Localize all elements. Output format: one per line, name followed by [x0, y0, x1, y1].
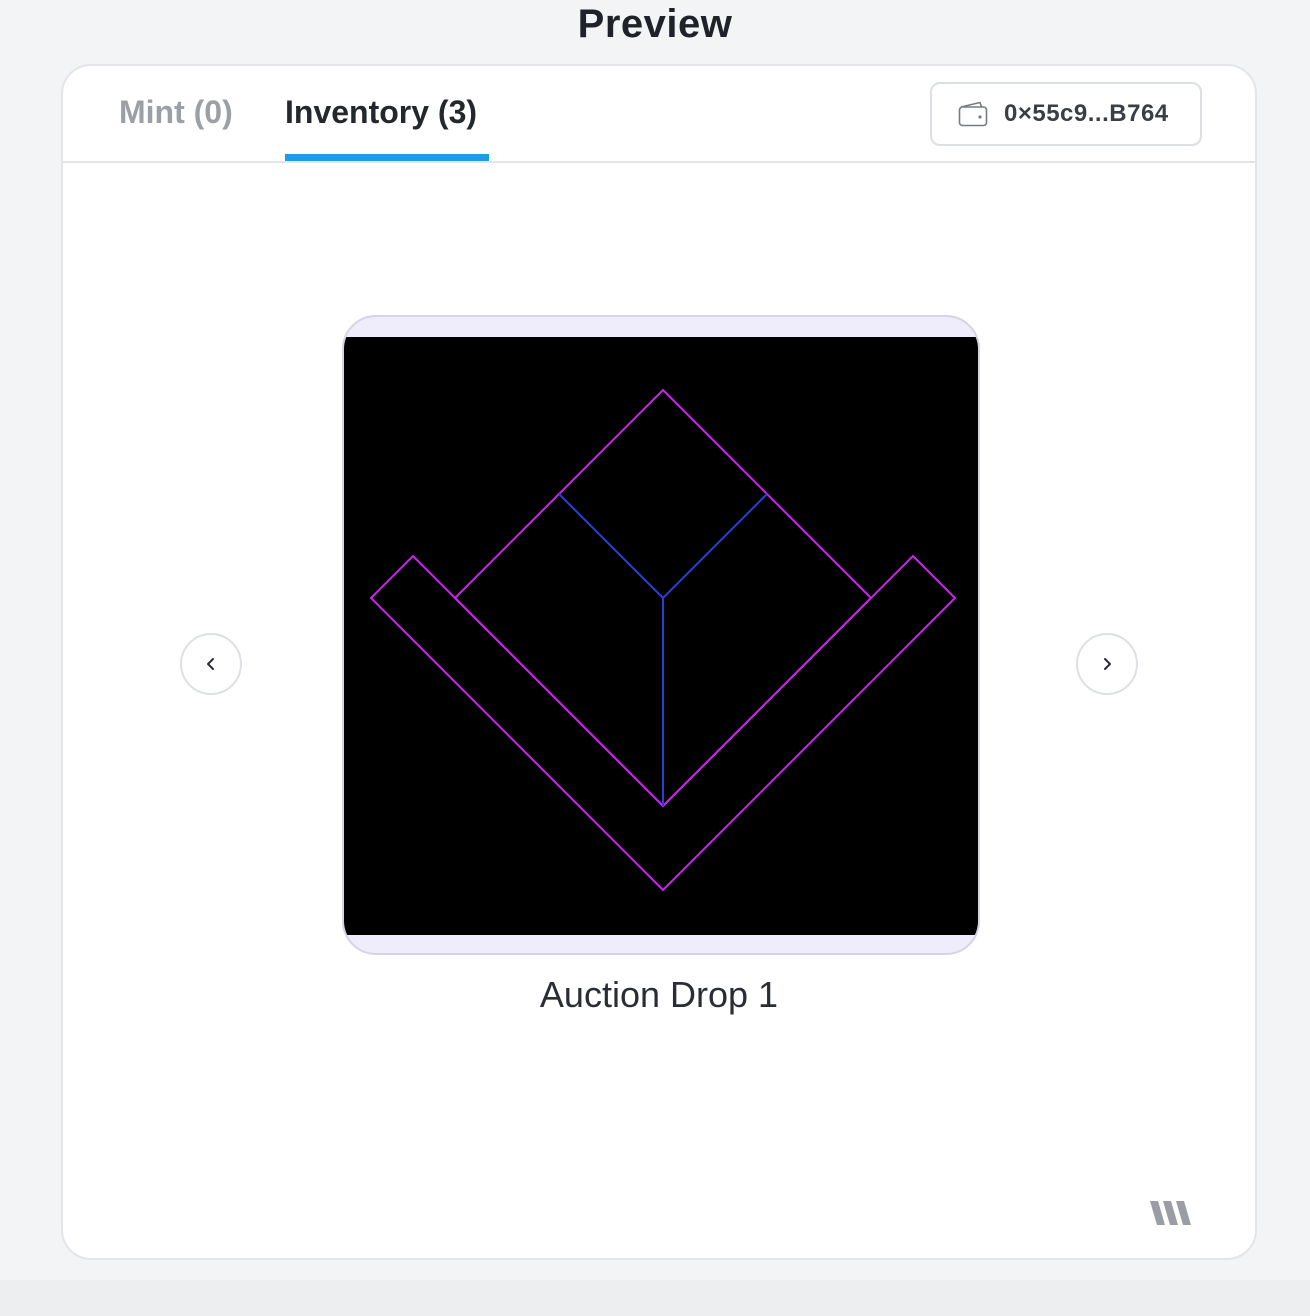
nft-card[interactable]: [342, 315, 980, 955]
chevron-right-icon: [1104, 658, 1111, 670]
page-title: Preview: [577, 2, 733, 46]
preview-card: Mint (0) Inventory (3) 0×55c9...B764 Auc…: [61, 64, 1257, 1260]
chevron-left-icon: [207, 658, 214, 670]
brand-logo-icon: [1149, 1198, 1195, 1228]
page-bottom-strip: [0, 1280, 1310, 1316]
preview-page: Preview Mint (0) Inventory (3) 0×55c9...…: [0, 0, 1310, 1316]
wallet-button[interactable]: 0×55c9...B764: [930, 82, 1202, 146]
tab-inventory[interactable]: Inventory (3): [285, 94, 477, 131]
nft-artwork: [344, 337, 978, 935]
nft-name: Auction Drop 1: [539, 974, 779, 1015]
active-tab-indicator: [285, 154, 489, 161]
carousel-next-button[interactable]: [1076, 633, 1138, 695]
wallet-address: 0×55c9...B764: [1004, 100, 1169, 127]
wallet-icon: [958, 101, 988, 127]
tab-mint[interactable]: Mint (0): [119, 94, 233, 131]
carousel-prev-button[interactable]: [180, 633, 242, 695]
tabs-bar: Mint (0) Inventory (3) 0×55c9...B764: [63, 66, 1255, 163]
